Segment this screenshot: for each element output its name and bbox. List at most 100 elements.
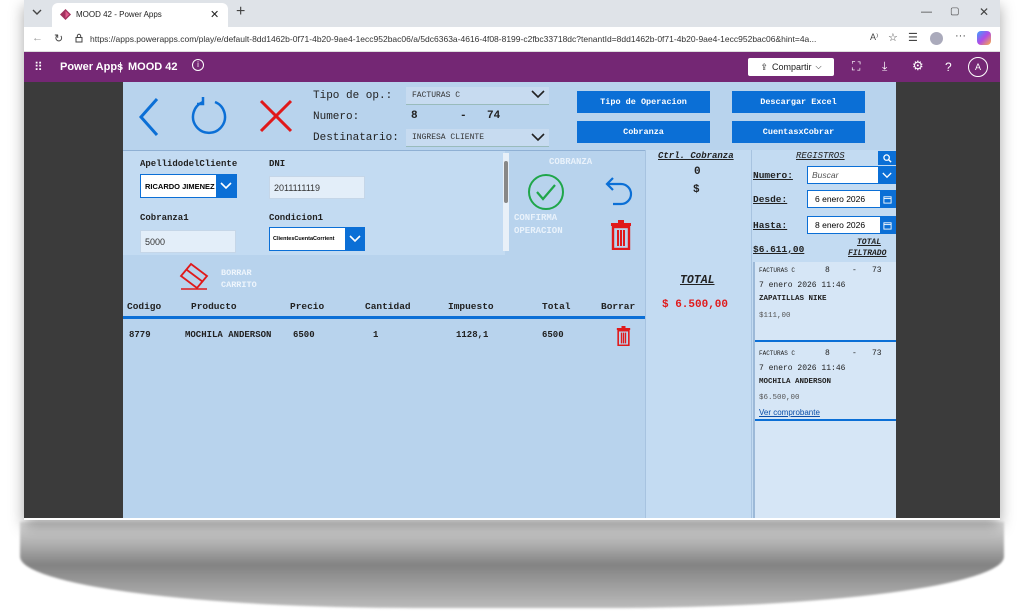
favorite-star-icon[interactable]: ☆ bbox=[888, 31, 898, 44]
reg-numero-label: Numero: bbox=[753, 170, 793, 181]
powerapps-header: ⠿ Power Apps | MOOD 42 i ⇪ Compartir ⌵ ⛶… bbox=[24, 52, 1000, 82]
share-button[interactable]: ⇪ Compartir ⌵ bbox=[748, 58, 834, 76]
tab-close-icon[interactable]: ✕ bbox=[210, 8, 219, 21]
header-separator: | bbox=[119, 61, 122, 73]
reg-numero-placeholder: Buscar bbox=[812, 170, 839, 180]
cuentas-x-cobrar-button[interactable]: CuentasxCobrar bbox=[732, 121, 865, 143]
reg-numero-dropdown[interactable]: Buscar bbox=[807, 166, 896, 184]
record-card[interactable]: FACTURAS C 8 - 73 7 enero 2026 11:46 MOC… bbox=[755, 344, 896, 421]
destinatario-dropdown[interactable]: INGRESA CLIENTE bbox=[406, 129, 549, 147]
table-header-rule bbox=[123, 316, 645, 319]
col-impuesto: Impuesto bbox=[448, 301, 494, 312]
share-label: Compartir bbox=[771, 62, 812, 72]
favorites-list-icon[interactable]: ☰ bbox=[908, 31, 918, 44]
reg-total-label-1: TOTAL bbox=[857, 238, 882, 247]
card-n2: 73 bbox=[872, 349, 882, 358]
card-tipo: FACTURAS C bbox=[759, 350, 796, 357]
app-launcher-icon[interactable]: ⠿ bbox=[34, 60, 44, 74]
total-value: $ 6.500,00 bbox=[662, 299, 729, 311]
cobranza-button[interactable]: Cobranza bbox=[577, 121, 710, 143]
undo-icon[interactable] bbox=[605, 174, 635, 213]
carrito-label: CARRITO bbox=[221, 280, 257, 290]
records-gallery: FACTURAS C 8 - 73 7 enero 2026 11:46 ZAP… bbox=[753, 262, 896, 518]
row-delete-trash-icon[interactable] bbox=[616, 326, 631, 351]
cobranza-input[interactable]: 5000 bbox=[140, 230, 236, 253]
cancel-x-icon[interactable] bbox=[258, 98, 294, 139]
condicion-chevron-icon bbox=[345, 228, 364, 250]
site-info-icon[interactable] bbox=[74, 33, 84, 45]
restore-icon[interactable]: ▢ bbox=[950, 6, 959, 17]
row-codigo: 8779 bbox=[129, 330, 151, 340]
confirm-check-icon[interactable] bbox=[527, 173, 565, 216]
download-icon[interactable]: ⤓ bbox=[882, 59, 887, 74]
tipo-op-chevron-icon bbox=[531, 89, 545, 102]
refresh-app-icon[interactable] bbox=[189, 96, 229, 141]
new-tab-icon[interactable]: + bbox=[236, 3, 245, 21]
address-bar: ← ↻ https://apps.powerapps.com/play/e/de… bbox=[24, 27, 1000, 52]
browser-tab[interactable]: MOOD 42 - Power Apps ✕ bbox=[52, 3, 228, 27]
delete-operation-trash-icon[interactable] bbox=[610, 220, 632, 255]
card-n1: 8 bbox=[825, 266, 830, 275]
record-card[interactable]: FACTURAS C 8 - 73 7 enero 2026 11:46 ZAP… bbox=[755, 262, 896, 342]
card-producto: MOCHILA ANDERSON bbox=[759, 378, 832, 386]
read-aloud-icon[interactable]: A⁾ bbox=[870, 32, 878, 43]
desde-calendar-icon bbox=[880, 191, 895, 207]
ctrl-panel bbox=[645, 150, 751, 518]
close-window-icon[interactable]: ✕ bbox=[979, 5, 989, 19]
powerapps-favicon-icon bbox=[60, 9, 71, 22]
card-n1: 8 bbox=[825, 349, 830, 358]
desde-datepicker[interactable]: 6 enero 2026 bbox=[807, 190, 896, 208]
card-monto: $6.500,00 bbox=[759, 394, 800, 402]
tipo-op-value: FACTURAS C bbox=[412, 91, 461, 100]
fit-screen-icon[interactable]: ⛶ bbox=[852, 59, 860, 74]
back-arrow-icon[interactable] bbox=[137, 97, 161, 142]
destinatario-chevron-icon bbox=[531, 132, 545, 145]
desde-value: 6 enero 2026 bbox=[815, 194, 866, 204]
registros-title: REGISTROS bbox=[796, 151, 845, 161]
eraser-icon[interactable] bbox=[179, 262, 209, 295]
app-canvas: Tipo de op.: FACTURAS C Numero: 8 - 74 D… bbox=[24, 82, 1000, 518]
col-codigo: Codigo bbox=[127, 301, 162, 312]
condicion-dropdown[interactable]: ClientesCuentaCorrient bbox=[269, 227, 365, 251]
scrollbar-thumb[interactable] bbox=[504, 161, 508, 203]
numero-a: 8 bbox=[411, 110, 418, 122]
col-precio: Precio bbox=[290, 301, 325, 312]
profile-avatar-icon[interactable] bbox=[930, 32, 943, 45]
borrar-label: BORRAR bbox=[221, 268, 252, 278]
url-field[interactable]: https://apps.powerapps.com/play/e/defaul… bbox=[90, 34, 860, 44]
hasta-datepicker[interactable]: 8 enero 2026 bbox=[807, 216, 896, 234]
row-precio: 6500 bbox=[293, 330, 315, 340]
help-icon[interactable]: ? bbox=[945, 60, 952, 74]
app-info-icon[interactable]: i bbox=[192, 59, 204, 71]
row-impuesto: 1128,1 bbox=[456, 330, 489, 340]
user-avatar[interactable]: A bbox=[968, 57, 988, 77]
minimize-icon[interactable]: — bbox=[921, 6, 932, 18]
row-cantidad: 1 bbox=[373, 330, 379, 340]
dni-input[interactable]: 2011111119 bbox=[269, 176, 365, 199]
destinatario-value: INGRESA CLIENTE bbox=[412, 133, 485, 142]
operacion-label: OPERACION bbox=[514, 226, 563, 236]
window-reflection bbox=[20, 522, 1004, 608]
copilot-icon[interactable] bbox=[977, 31, 991, 45]
tab-menu-chevron-icon[interactable] bbox=[32, 7, 42, 20]
col-total: Total bbox=[542, 301, 571, 312]
ver-comprobante-link[interactable]: Ver comprobante bbox=[759, 408, 820, 417]
tab-bar: MOOD 42 - Power Apps ✕ + — ▢ ✕ bbox=[24, 0, 1000, 27]
descargar-excel-button[interactable]: Descargar Excel bbox=[732, 91, 865, 113]
back-icon[interactable]: ← bbox=[32, 32, 43, 44]
ctrl-count: 0 bbox=[694, 166, 701, 178]
refresh-icon[interactable]: ↻ bbox=[54, 32, 63, 45]
row-producto: MOCHILA ANDERSON bbox=[185, 330, 272, 340]
table-row[interactable]: 8779 MOCHILA ANDERSON 6500 1 1128,1 6500 bbox=[123, 320, 645, 350]
apellido-dropdown[interactable]: RICARDO JIMENEZ bbox=[140, 174, 237, 198]
settings-gear-icon[interactable]: ⚙ bbox=[912, 58, 924, 74]
reg-total-label-2: FILTRADO bbox=[848, 249, 887, 258]
col-cantidad: Cantidad bbox=[365, 301, 411, 312]
search-icon[interactable] bbox=[878, 151, 896, 165]
tipo-op-dropdown[interactable]: FACTURAS C bbox=[406, 87, 549, 105]
condicion-label: Condicion1 bbox=[269, 213, 324, 223]
tipo-operacion-button[interactable]: Tipo de Operacion bbox=[577, 91, 710, 113]
app-name: MOOD 42 bbox=[128, 61, 178, 73]
more-options-icon[interactable]: ··· bbox=[955, 30, 966, 42]
client-panel-scrollbar[interactable] bbox=[503, 153, 509, 251]
